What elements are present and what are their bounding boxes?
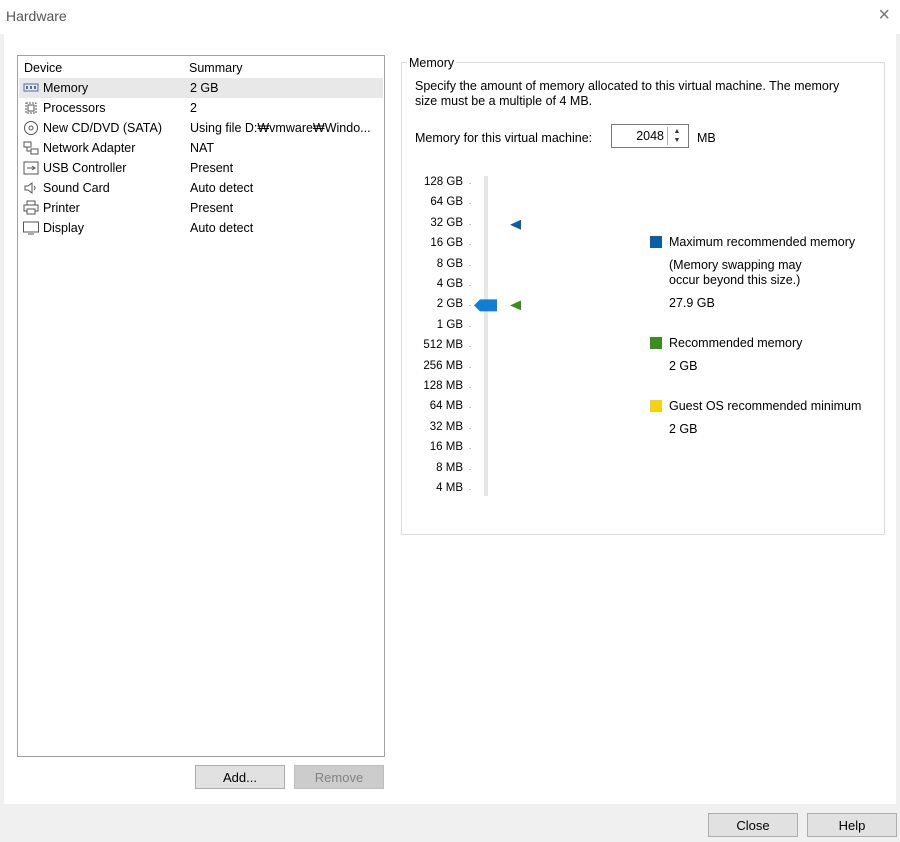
scale-label: 32 GB xyxy=(430,216,463,229)
title-bar: Hardware × xyxy=(0,0,900,34)
scale-label: 128 MB xyxy=(423,380,463,392)
window-title: Hardware xyxy=(6,8,67,24)
device-summary: Present xyxy=(190,161,234,175)
network-adapter-icon xyxy=(23,140,39,156)
scale-label: 512 MB xyxy=(423,339,463,352)
remove-button[interactable]: Remove xyxy=(294,765,384,789)
device-name: USB Controller xyxy=(43,161,127,175)
memory-field-label: Memory for this virtual machine: xyxy=(415,131,593,145)
device-row-display[interactable]: Display Auto detect xyxy=(19,218,383,238)
scale-tick xyxy=(469,407,471,409)
device-row-memory[interactable]: Memory 2 GB xyxy=(19,78,383,98)
scale-tick xyxy=(469,305,471,307)
help-button[interactable]: Help xyxy=(807,813,897,837)
device-name: Processors xyxy=(43,101,106,115)
column-header-device[interactable]: Device xyxy=(24,61,62,75)
scale-label: 16 GB xyxy=(430,237,463,250)
max-legend-value: 27.9 GB xyxy=(669,296,715,310)
memory-group-title: Memory xyxy=(407,56,457,70)
scale-tick xyxy=(469,366,471,368)
memory-spinner[interactable]: ▲ ▼ xyxy=(667,127,686,145)
guest-min-legend-swatch xyxy=(650,400,662,412)
scale-tick xyxy=(469,325,471,327)
description-line: Specify the amount of memory allocated t… xyxy=(415,79,840,93)
device-row-cd-dvd[interactable]: New CD/DVD (SATA) Using file D:₩vmware₩W… xyxy=(19,118,383,138)
memory-unit: MB xyxy=(697,131,716,145)
device-row-network-adapter[interactable]: Network Adapter NAT xyxy=(19,138,383,158)
device-summary: Present xyxy=(190,201,234,215)
scale-label: 64 MB xyxy=(429,400,463,413)
processor-icon xyxy=(23,100,39,116)
device-summary: Using file D:₩vmware₩Windo... xyxy=(190,121,371,135)
scale-tick xyxy=(469,285,471,286)
device-summary: 2 xyxy=(190,101,197,115)
memory-value: 2048 xyxy=(636,129,664,143)
device-name: Printer xyxy=(43,201,80,215)
memory-description: Specify the amount of memory allocated t… xyxy=(415,79,875,109)
recommended-legend-value: 2 GB xyxy=(669,359,698,373)
device-row-printer[interactable]: Printer Present xyxy=(19,198,383,218)
scale-label: 128 GB xyxy=(424,176,463,188)
note-line: (Memory swapping may xyxy=(669,258,802,272)
scale-tick xyxy=(469,264,471,266)
scale-tick xyxy=(469,346,471,348)
scale-label: 1 GB xyxy=(436,318,463,331)
scale-label: 8 MB xyxy=(436,461,463,474)
max-legend-note: (Memory swapping may occur beyond this s… xyxy=(669,258,802,288)
device-summary: Auto detect xyxy=(190,221,254,235)
device-summary: NAT xyxy=(190,141,215,155)
device-name: Network Adapter xyxy=(43,141,136,155)
scale-tick xyxy=(469,448,471,450)
device-row-usb-controller[interactable]: USB Controller Present xyxy=(19,158,383,178)
list-header: Device Summary xyxy=(18,60,384,78)
note-line: occur beyond this size.) xyxy=(669,273,801,287)
device-summary: 2 GB xyxy=(190,81,219,95)
scale-tick xyxy=(469,427,471,429)
close-button[interactable]: Close xyxy=(708,813,798,837)
device-row-sound-card[interactable]: Sound Card Auto detect xyxy=(19,178,383,198)
device-list[interactable]: Device Summary Memory 2 GB Processors 2 … xyxy=(17,55,385,757)
device-name: Sound Card xyxy=(43,181,110,195)
device-name: New CD/DVD (SATA) xyxy=(43,121,162,135)
device-summary: Auto detect xyxy=(190,181,254,195)
scale-label: 64 GB xyxy=(430,196,463,209)
max-legend-swatch xyxy=(650,236,662,248)
scale-label: 16 MB xyxy=(429,441,463,454)
spin-up-icon[interactable]: ▲ xyxy=(668,127,686,136)
display-icon xyxy=(23,220,39,236)
scale-label: 8 GB xyxy=(436,257,463,270)
scale-tick xyxy=(469,223,471,225)
scale-tick xyxy=(469,489,471,490)
scale-tick xyxy=(469,183,471,184)
close-icon[interactable]: × xyxy=(878,4,890,26)
description-line: size must be a multiple of 4 MB. xyxy=(415,94,593,108)
memory-slider-track[interactable] xyxy=(484,176,488,496)
recommended-legend-label: Recommended memory xyxy=(669,336,803,350)
scale-tick xyxy=(469,203,471,205)
scale-label: 4 GB xyxy=(436,278,463,290)
guest-min-legend-value: 2 GB xyxy=(669,422,698,436)
usb-controller-icon xyxy=(23,160,39,176)
device-row-processors[interactable]: Processors 2 xyxy=(19,98,383,118)
scale-tick xyxy=(469,244,471,246)
column-header-summary[interactable]: Summary xyxy=(189,61,242,75)
sound-card-icon xyxy=(23,180,39,196)
printer-icon xyxy=(23,200,39,216)
scale-label: 4 MB xyxy=(436,482,463,494)
spin-down-icon[interactable]: ▼ xyxy=(668,136,686,145)
device-name: Memory xyxy=(43,81,89,95)
cd-dvd-icon xyxy=(23,120,39,136)
scale-label: 32 MB xyxy=(429,420,463,433)
scale-tick xyxy=(469,468,471,470)
device-name: Display xyxy=(43,221,84,235)
guest-min-legend-label: Guest OS recommended minimum xyxy=(669,399,862,413)
scale-label: 256 MB xyxy=(423,359,463,372)
scale-tick xyxy=(469,387,471,388)
memory-size-input[interactable]: 2048 ▲ ▼ xyxy=(611,124,689,148)
recommended-legend-swatch xyxy=(650,337,662,349)
scale-label: 2 GB xyxy=(436,298,463,311)
memory-icon xyxy=(23,80,39,96)
max-legend-label: Maximum recommended memory xyxy=(669,235,856,249)
add-button[interactable]: Add... xyxy=(195,765,285,789)
